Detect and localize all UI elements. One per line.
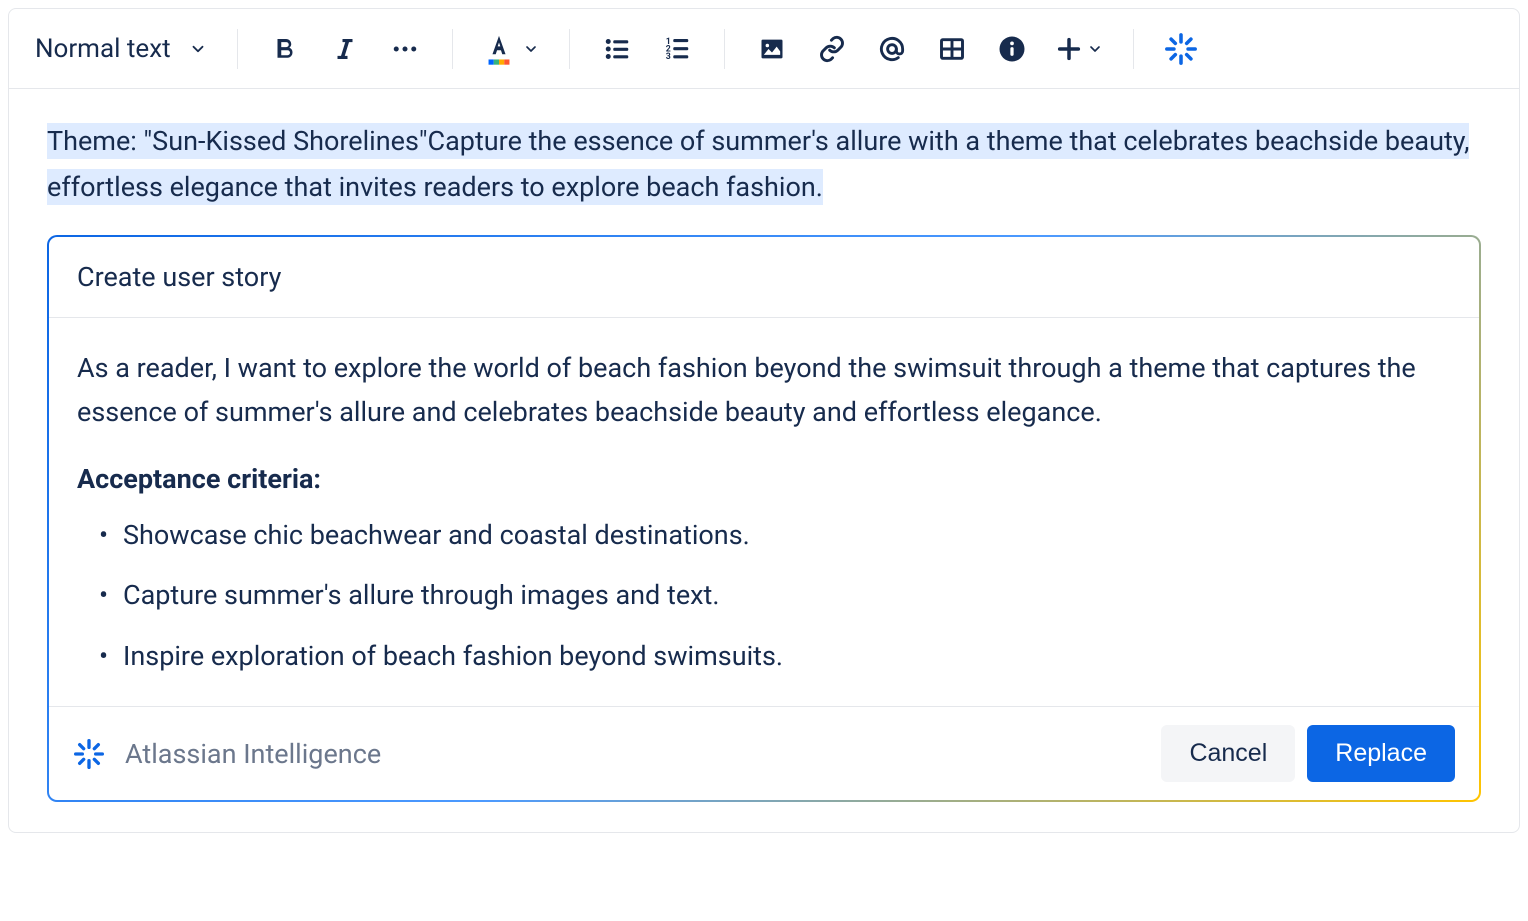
editor-container: Normal text: [8, 8, 1520, 833]
svg-text:3: 3: [665, 52, 670, 62]
ai-panel-title: Create user story: [77, 261, 281, 293]
ai-brand-label: Atlassian Intelligence: [125, 738, 381, 770]
table-icon: [938, 35, 966, 63]
more-format-button[interactable]: [382, 26, 428, 72]
toolbar-divider: [452, 29, 453, 69]
ai-panel: Create user story As a reader, I want to…: [47, 235, 1481, 803]
image-icon: [758, 35, 786, 63]
ai-panel-header: Create user story: [49, 237, 1479, 318]
bold-button[interactable]: [262, 26, 308, 72]
add-more-button[interactable]: [1049, 29, 1109, 69]
text-style-label: Normal text: [35, 34, 171, 64]
replace-button[interactable]: Replace: [1307, 725, 1455, 782]
content-area: Theme: "Sun-Kissed Shorelines"Capture th…: [9, 89, 1519, 832]
bold-icon: [270, 34, 300, 64]
image-button[interactable]: [749, 26, 795, 72]
info-icon: [997, 34, 1027, 64]
text-color-button[interactable]: [477, 28, 545, 70]
chevron-down-icon: [1087, 41, 1103, 57]
ai-criteria-heading: Acceptance criteria:: [77, 463, 1451, 495]
insert-group: [749, 26, 1109, 72]
toolbar-divider: [569, 29, 570, 69]
text-style-dropdown[interactable]: Normal text: [29, 26, 213, 72]
footer-actions: Cancel Replace: [1161, 725, 1455, 782]
ai-criteria-item: Capture summer's allure through images a…: [99, 575, 1451, 616]
atlassian-intelligence-icon: [1164, 32, 1198, 66]
toolbar-divider: [724, 29, 725, 69]
ai-user-story: As a reader, I want to explore the world…: [77, 346, 1451, 435]
numbered-list-icon: 123: [662, 34, 692, 64]
editor-toolbar: Normal text: [9, 9, 1519, 89]
ai-panel-body: As a reader, I want to explore the world…: [49, 318, 1479, 707]
plus-icon: [1055, 35, 1083, 63]
table-button[interactable]: [929, 26, 975, 72]
italic-icon: [330, 34, 360, 64]
ai-criteria-item: Showcase chic beachwear and coastal dest…: [99, 515, 1451, 556]
toolbar-divider: [237, 29, 238, 69]
at-icon: [877, 34, 907, 64]
more-horizontal-icon: [390, 34, 420, 64]
ai-branding: Atlassian Intelligence: [73, 738, 381, 770]
mention-button[interactable]: [869, 26, 915, 72]
cancel-button[interactable]: Cancel: [1161, 725, 1295, 782]
bullet-list-icon: [602, 34, 632, 64]
atlassian-intelligence-icon: [73, 738, 105, 770]
highlighted-content: Theme: "Sun-Kissed Shorelines"Capture th…: [47, 123, 1469, 205]
text-color-icon: [483, 32, 515, 66]
link-icon: [818, 35, 846, 63]
link-button[interactable]: [809, 26, 855, 72]
ai-panel-footer: Atlassian Intelligence Cancel Replace: [49, 706, 1479, 800]
toolbar-divider: [1133, 29, 1134, 69]
list-group: 123: [594, 26, 700, 72]
info-button[interactable]: [989, 26, 1035, 72]
chevron-down-icon: [189, 40, 207, 58]
ai-criteria-item: Inspire exploration of beach fashion bey…: [99, 636, 1451, 677]
italic-button[interactable]: [322, 26, 368, 72]
chevron-down-icon: [523, 41, 539, 57]
ai-criteria-list: Showcase chic beachwear and coastal dest…: [77, 515, 1451, 677]
atlassian-intelligence-button[interactable]: [1158, 26, 1204, 72]
selected-text[interactable]: Theme: "Sun-Kissed Shorelines"Capture th…: [47, 119, 1481, 211]
format-group: [262, 26, 428, 72]
bullet-list-button[interactable]: [594, 26, 640, 72]
numbered-list-button[interactable]: 123: [654, 26, 700, 72]
